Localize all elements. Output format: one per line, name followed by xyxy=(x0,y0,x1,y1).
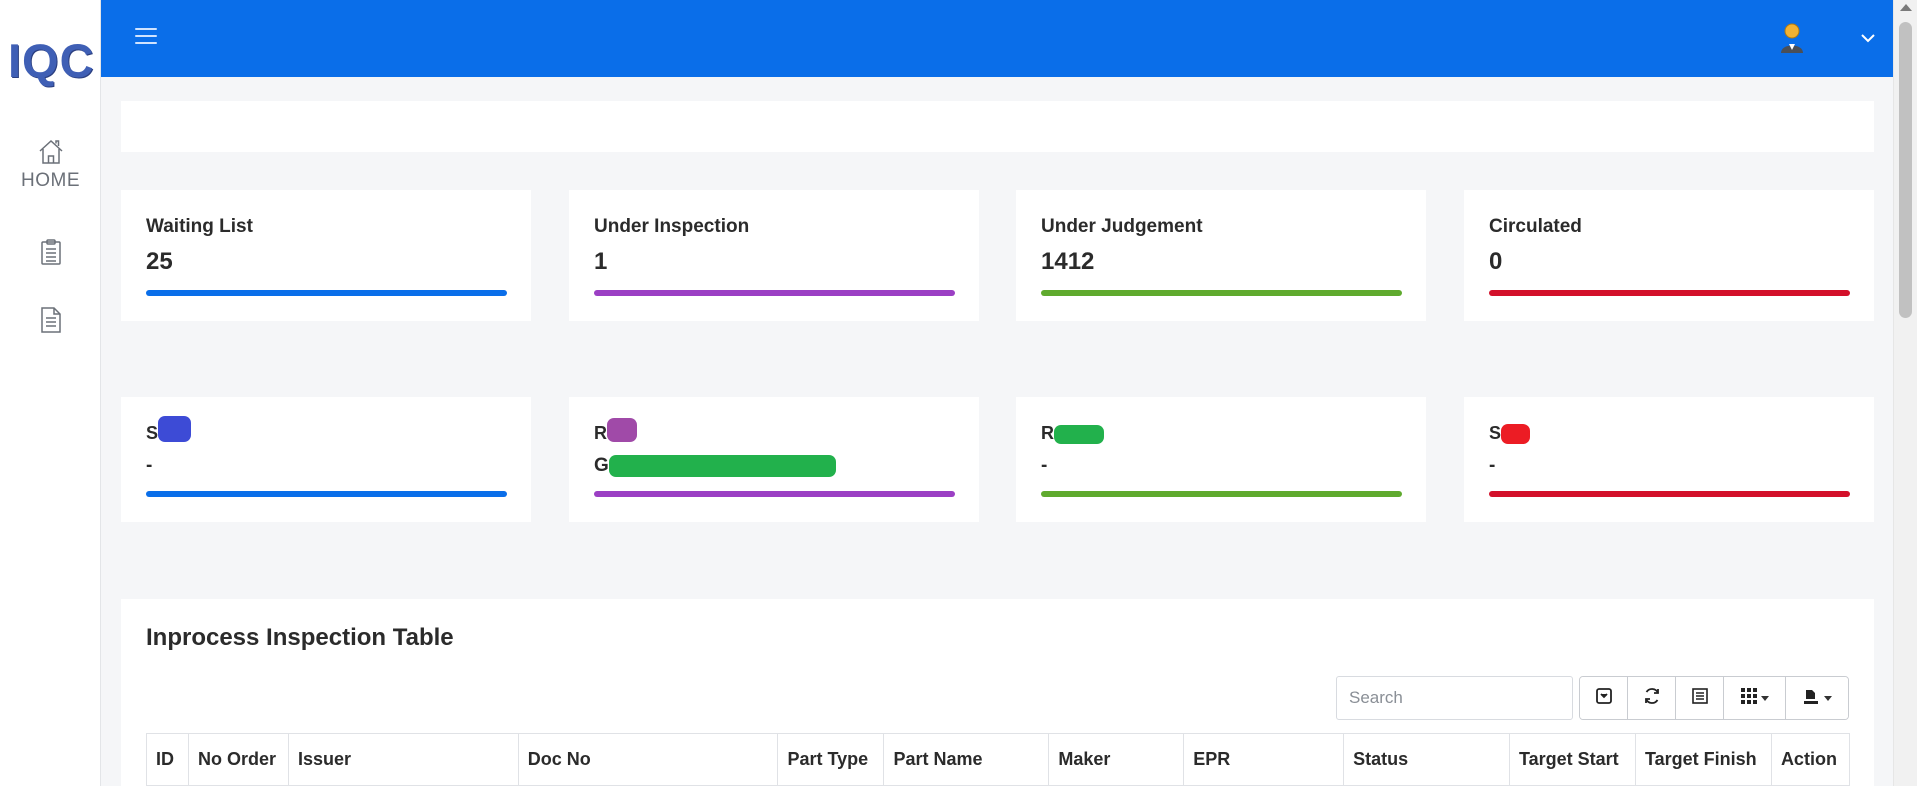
sidebar: IQC HOME xyxy=(0,0,101,786)
column-header-action[interactable]: Action xyxy=(1770,733,1851,786)
caret-down-icon xyxy=(1760,695,1769,701)
stat-card-under-inspection[interactable]: Under Inspection 1 xyxy=(569,190,979,321)
stat-title-row: S xyxy=(146,416,192,444)
stat-value: - xyxy=(1041,455,1048,476)
table-header-row: ID No Order Issuer Doc No Part Type Part… xyxy=(146,733,1851,786)
column-header-status[interactable]: Status xyxy=(1343,733,1510,786)
home-icon xyxy=(37,138,65,166)
column-header-part-type[interactable]: Part Type xyxy=(777,733,885,786)
stat-bar xyxy=(1489,491,1850,497)
stat-title: Under Inspection xyxy=(594,216,750,237)
sidebar-item-documents[interactable] xyxy=(0,306,101,334)
stat-title: R xyxy=(1041,423,1054,443)
stat-value: - xyxy=(1489,455,1496,476)
stat-bar xyxy=(1041,491,1402,497)
column-header-epr[interactable]: EPR xyxy=(1183,733,1345,786)
stat-title: S xyxy=(146,423,159,443)
toggle-icon xyxy=(1595,687,1613,710)
stat-title: S xyxy=(1489,423,1502,443)
table-title: Inprocess Inspection Table xyxy=(146,624,454,651)
column-header-issuer[interactable]: Issuer xyxy=(287,733,519,786)
stat-bar xyxy=(1041,290,1402,296)
export-button[interactable] xyxy=(1786,677,1848,719)
stat-value: 25 xyxy=(146,248,173,275)
stat-value: G xyxy=(594,455,609,477)
export-icon xyxy=(1802,687,1820,710)
stat-card-waiting-list[interactable]: Waiting List 25 xyxy=(121,190,531,321)
refresh-icon xyxy=(1643,687,1661,710)
stat-bar xyxy=(594,491,955,497)
column-header-part-name[interactable]: Part Name xyxy=(883,733,1050,786)
app-logo[interactable]: IQC xyxy=(8,33,95,88)
scroll-up-arrow-icon[interactable] xyxy=(1900,4,1912,11)
redaction-mark xyxy=(608,455,836,477)
inspection-table-panel: Inprocess Inspection Table Search ID No … xyxy=(121,599,1874,786)
hamburger-icon[interactable] xyxy=(135,28,157,46)
stat-title-row: S xyxy=(1489,423,1531,445)
columns-icon xyxy=(1740,687,1757,709)
list-view-icon xyxy=(1691,687,1709,710)
chevron-down-icon[interactable] xyxy=(1858,28,1878,48)
stat-bar xyxy=(146,290,507,296)
user-avatar-icon[interactable] xyxy=(1777,22,1807,54)
stat-value: 1 xyxy=(594,248,608,275)
column-header-doc-no[interactable]: Doc No xyxy=(517,733,779,786)
scrollbar-thumb[interactable] xyxy=(1899,22,1912,318)
stat-card-row2-2: R G xyxy=(569,397,979,522)
stat-bar xyxy=(146,491,507,497)
page-scrollbar[interactable] xyxy=(1893,0,1917,786)
stat-card-circulated[interactable]: Circulated 0 xyxy=(1464,190,1874,321)
column-header-id[interactable]: ID xyxy=(146,733,189,786)
column-header-no-order[interactable]: No Order xyxy=(187,733,289,786)
search-input[interactable] xyxy=(1336,676,1573,720)
stat-title: R xyxy=(594,423,607,443)
stat-value: 1412 xyxy=(1041,248,1095,275)
toggle-view-button[interactable] xyxy=(1580,677,1628,719)
stat-title: Circulated xyxy=(1489,216,1582,237)
sidebar-item-label: HOME xyxy=(21,170,80,191)
columns-button[interactable] xyxy=(1724,677,1786,719)
stat-value: - xyxy=(146,455,153,476)
stat-bar xyxy=(1489,290,1850,296)
top-navbar xyxy=(101,0,1893,77)
table-toolbar xyxy=(1579,676,1849,720)
sidebar-item-home[interactable]: HOME xyxy=(0,138,101,192)
caret-down-icon xyxy=(1824,695,1832,701)
stat-value: 0 xyxy=(1489,248,1503,275)
refresh-button[interactable] xyxy=(1628,677,1676,719)
stat-title-row: R xyxy=(594,418,637,444)
redaction-mark xyxy=(1501,424,1531,445)
stat-title: Waiting List xyxy=(146,216,253,237)
banner-panel xyxy=(121,101,1874,152)
redaction-mark xyxy=(607,418,637,443)
stat-title-row: R xyxy=(1041,423,1104,444)
stat-title: Under Judgement xyxy=(1041,216,1203,237)
list-view-button[interactable] xyxy=(1676,677,1724,719)
document-icon xyxy=(40,306,62,334)
column-header-target-start[interactable]: Target Start xyxy=(1508,733,1636,786)
redaction-mark xyxy=(158,416,192,443)
stat-card-row2-3: R - xyxy=(1016,397,1426,522)
sidebar-item-inspection[interactable] xyxy=(0,238,101,266)
clipboard-icon xyxy=(39,238,63,266)
stat-card-row2-4: S - xyxy=(1464,397,1874,522)
redaction-mark xyxy=(1054,424,1104,444)
stat-value-row: G xyxy=(594,455,836,477)
stat-bar xyxy=(594,290,955,296)
stat-card-row2-1: S - xyxy=(121,397,531,522)
column-header-target-finish[interactable]: Target Finish xyxy=(1634,733,1772,786)
inspection-table: ID No Order Issuer Doc No Part Type Part… xyxy=(146,733,1851,786)
stat-card-under-judgement[interactable]: Under Judgement 1412 xyxy=(1016,190,1426,321)
column-header-maker[interactable]: Maker xyxy=(1048,733,1185,786)
